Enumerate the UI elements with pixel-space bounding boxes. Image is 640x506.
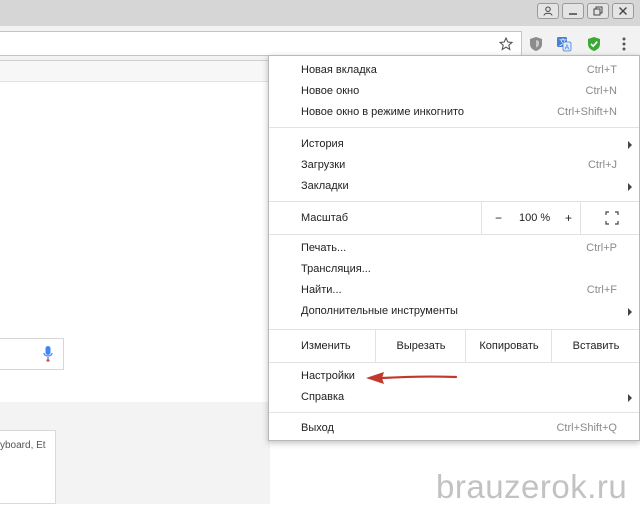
minimize-icon	[569, 13, 577, 15]
green-shield-extension-icon[interactable]	[584, 34, 604, 54]
menu-separator	[269, 234, 639, 235]
menu-item-label: Новое окно в режиме инкогнито	[301, 106, 465, 118]
user-profile-button[interactable]	[537, 3, 559, 19]
menu-separator	[269, 362, 639, 363]
microphone-icon[interactable]	[43, 345, 53, 363]
window-title-bar	[0, 0, 640, 26]
cut-label: Вырезать	[396, 340, 446, 352]
menu-item-label: Настройки	[301, 370, 355, 382]
paste-label: Вставить	[572, 340, 620, 352]
menu-item-shortcut: Ctrl+Shift+N	[557, 106, 617, 118]
menu-item-label: Дополнительные инструменты	[301, 305, 458, 317]
menu-item-downloads[interactable]: Загрузки Ctrl+J	[269, 155, 639, 176]
cut-button[interactable]: Вырезать	[375, 330, 466, 362]
menu-item-label: Справка	[301, 391, 345, 403]
zoom-controls: − 100 % +	[481, 202, 581, 234]
menu-item-new-window[interactable]: Новое окно Ctrl+N	[269, 81, 639, 102]
page-header-strip	[0, 61, 270, 82]
menu-item-shortcut: Ctrl+T	[586, 64, 617, 76]
copy-button[interactable]: Копировать	[465, 330, 552, 362]
gray-shield-extension-icon[interactable]	[526, 34, 546, 54]
restore-icon	[593, 6, 603, 16]
bookmark-star-icon[interactable]	[496, 34, 516, 54]
paste-button[interactable]: Вставить	[551, 330, 640, 362]
menu-item-label: Закладки	[301, 180, 349, 192]
submenu-arrow-icon	[628, 308, 632, 316]
zoom-in-button[interactable]: +	[565, 211, 572, 225]
menu-item-label: История	[301, 138, 344, 150]
search-input[interactable]	[0, 338, 64, 370]
close-button[interactable]	[612, 3, 634, 19]
svg-text:A: A	[565, 45, 570, 52]
menu-item-cast[interactable]: Трансляция...	[269, 259, 639, 280]
edit-row: Изменить Вырезать Копировать Вставить	[269, 330, 639, 362]
menu-item-find[interactable]: Найти... Ctrl+F	[269, 280, 639, 301]
menu-item-history[interactable]: История	[269, 134, 639, 155]
menu-item-exit[interactable]: Выход Ctrl+Shift+Q	[269, 418, 639, 439]
menu-item-shortcut: Ctrl+Shift+Q	[556, 422, 617, 434]
menu-item-label: Новое окно	[301, 85, 360, 97]
menu-item-new-incognito-window[interactable]: Новое окно в режиме инкогнито Ctrl+Shift…	[269, 102, 639, 123]
restore-button[interactable]	[587, 3, 609, 19]
submenu-arrow-icon	[628, 394, 632, 402]
menu-item-label: Загрузки	[301, 159, 346, 171]
user-icon	[543, 6, 553, 16]
submenu-arrow-icon	[628, 183, 632, 191]
zoom-out-button[interactable]: −	[495, 211, 502, 225]
menu-item-shortcut: Ctrl+F	[586, 284, 617, 296]
menu-item-shortcut: Ctrl+P	[586, 242, 617, 254]
zoom-row: Масштаб − 100 % +	[269, 202, 639, 234]
address-bar[interactable]	[0, 31, 522, 56]
menu-item-bookmarks[interactable]: Закладки	[269, 176, 639, 197]
minimize-button[interactable]	[562, 3, 584, 19]
window-controls	[537, 3, 634, 19]
menu-item-label: Трансляция...	[301, 263, 371, 275]
menu-item-help[interactable]: Справка	[269, 387, 639, 408]
tile-title: yboard, Et	[0, 440, 46, 451]
close-icon	[619, 7, 627, 15]
menu-item-label: Печать...	[301, 242, 347, 254]
submenu-arrow-icon	[628, 141, 632, 149]
zoom-label: Масштаб	[301, 212, 349, 224]
menu-item-shortcut: Ctrl+J	[587, 159, 617, 171]
menu-item-print[interactable]: Печать... Ctrl+P	[269, 238, 639, 259]
zoom-level-value: 100 %	[519, 212, 551, 224]
fullscreen-icon[interactable]	[605, 211, 619, 225]
menu-item-shortcut: Ctrl+N	[585, 85, 617, 97]
menu-item-label: Найти...	[301, 284, 342, 296]
copy-label: Копировать	[479, 340, 539, 352]
menu-kebab-icon[interactable]	[614, 34, 634, 54]
translate-extension-icon[interactable]: 文A	[554, 34, 574, 54]
watermark: brauzerok.ru	[436, 468, 628, 505]
edit-label: Изменить	[301, 340, 351, 352]
menu-separator	[269, 127, 639, 128]
annotation-arrow-icon	[366, 372, 458, 384]
menu-item-more-tools[interactable]: Дополнительные инструменты	[269, 301, 639, 322]
menu-item-label: Выход	[301, 422, 334, 434]
menu-separator	[269, 412, 639, 413]
menu-item-label: Новая вкладка	[301, 64, 377, 76]
menu-item-new-tab[interactable]: Новая вкладка Ctrl+T	[269, 60, 639, 81]
